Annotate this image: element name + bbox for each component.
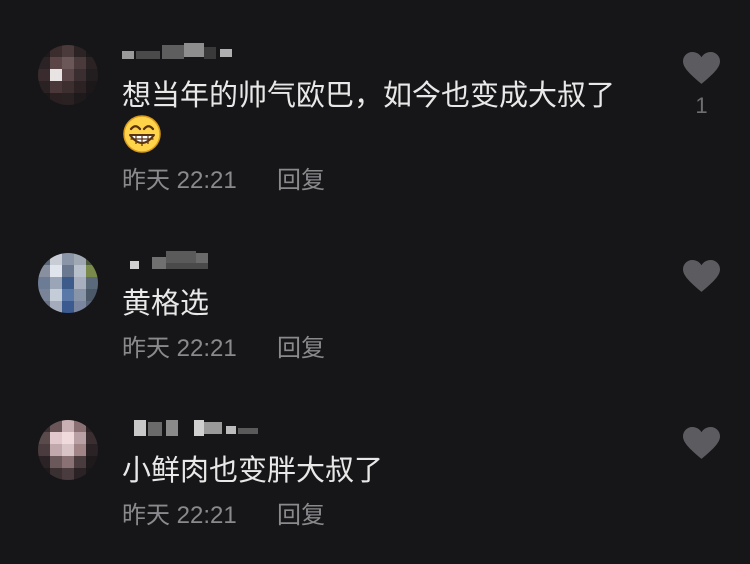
comment-time: 昨天 22:21 [122,502,237,529]
reply-button[interactable]: 回复 [277,502,325,530]
heart-icon [683,52,720,84]
comment-item: 小鲜肉也变胖大叔了 昨天 22:21 回复 [0,420,750,540]
comment-text: 黄格选 [122,288,210,320]
comment-meta: 昨天 22:21 回复 [122,335,662,363]
heart-icon [683,260,720,292]
comment-body: 小鲜肉也变胖大叔了 昨天 22:21 回复 [122,453,662,530]
like-button[interactable] [683,52,720,85]
comment-time: 昨天 22:21 [122,167,237,194]
comment-meta: 昨天 22:21 回复 [122,502,662,530]
heart-icon [683,427,720,459]
avatar[interactable] [38,420,98,480]
like-button[interactable] [683,260,720,293]
comment-body: 黄格选 昨天 22:21 回复 [122,286,662,363]
beaming-grin-emoji-icon [122,114,162,154]
like-count: 1 [695,93,708,118]
comment-text: 小鲜肉也变胖大叔了 [122,455,384,487]
comment-time: 昨天 22:21 [122,335,237,362]
like-button[interactable] [683,427,720,460]
avatar[interactable] [38,253,98,313]
comment-item: 黄格选 昨天 22:21 回复 [0,251,750,373]
username-obscured[interactable] [122,416,262,438]
reply-button[interactable]: 回复 [277,167,325,195]
username-obscured[interactable] [122,41,234,63]
comment-item: 想当年的帅气欧巴，如今也变成大叔了 昨天 22:21 回复 1 [0,43,750,194]
comment-body: 想当年的帅气欧巴，如今也变成大叔了 昨天 22:21 回复 [122,78,662,195]
username-obscured[interactable] [122,249,212,271]
avatar[interactable] [38,45,98,105]
reply-button[interactable]: 回复 [277,335,325,363]
comment-meta: 昨天 22:21 回复 [122,167,662,195]
comment-text: 想当年的帅气欧巴，如今也变成大叔了 [122,80,616,112]
